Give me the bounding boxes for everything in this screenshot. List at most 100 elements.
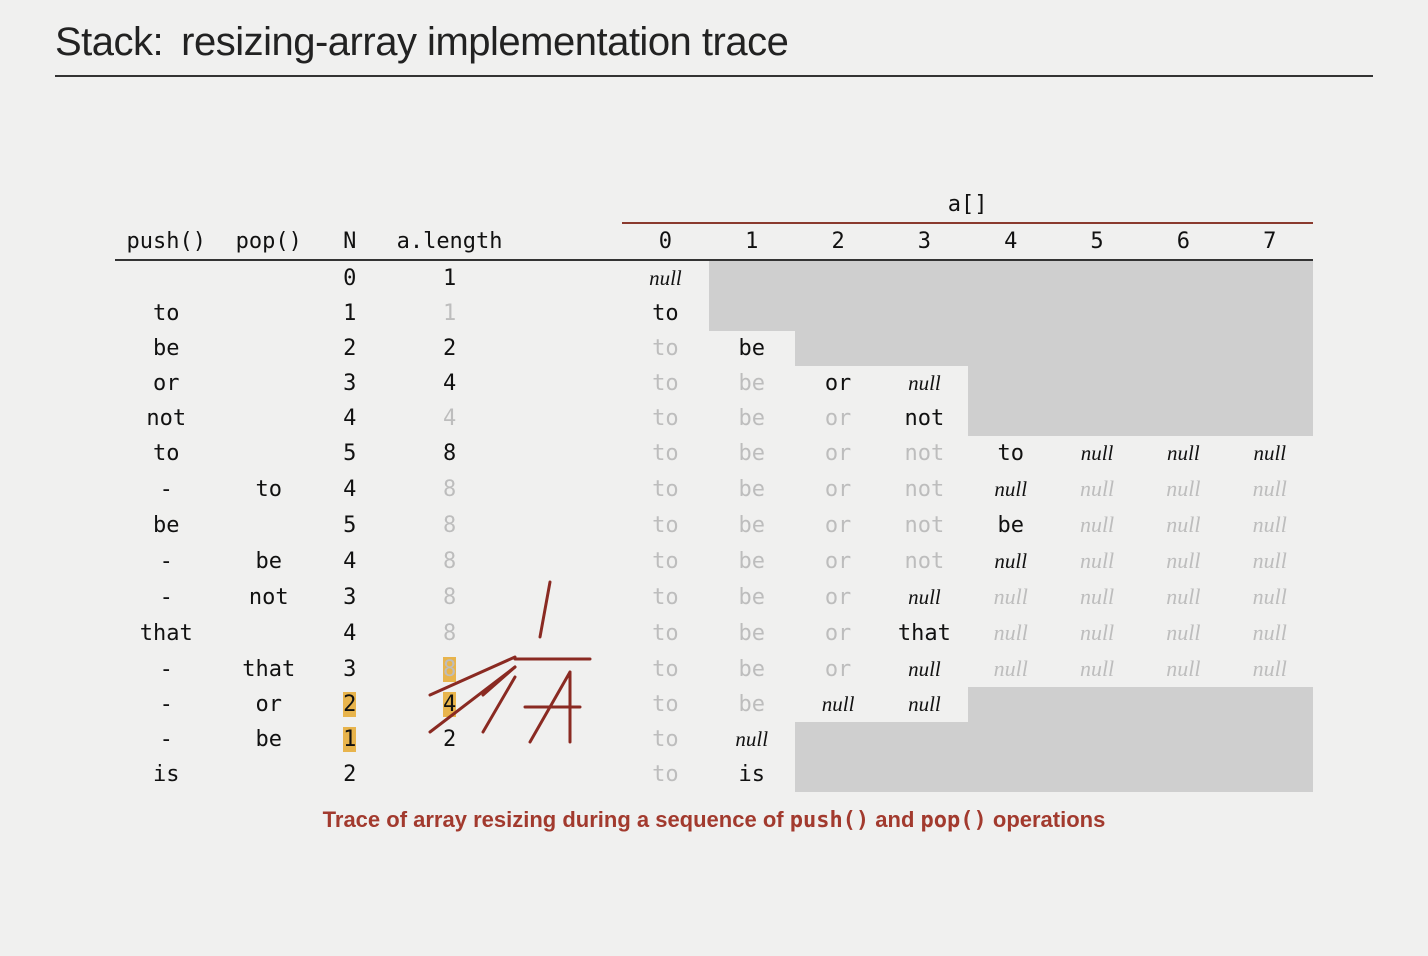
cell <box>379 757 519 792</box>
cell <box>520 651 623 687</box>
array-cell: null <box>1140 579 1226 615</box>
cell <box>218 366 321 401</box>
cell: 8 <box>379 651 519 687</box>
cell: that <box>115 615 218 651</box>
caption-m1: push() <box>790 808 869 833</box>
cell: 2 <box>320 757 379 792</box>
cell: to <box>218 471 321 507</box>
array-cell: null <box>968 543 1054 579</box>
array-cell <box>1227 366 1313 401</box>
cell: 2 <box>379 722 519 757</box>
array-cell: null <box>1140 615 1226 651</box>
cell: - <box>115 687 218 722</box>
array-cell: be <box>709 579 795 615</box>
array-cell: null <box>622 260 708 296</box>
cell: 2 <box>379 331 519 366</box>
cell <box>520 579 623 615</box>
cell: be <box>218 543 321 579</box>
caption-t3: operations <box>987 807 1106 832</box>
array-cell <box>1227 260 1313 296</box>
array-cell: null <box>881 651 967 687</box>
array-cell: null <box>1054 507 1140 543</box>
array-cell <box>1140 296 1226 331</box>
array-cell: or <box>795 651 881 687</box>
cell: 8 <box>379 543 519 579</box>
cell: 8 <box>379 436 519 471</box>
array-cell <box>968 687 1054 722</box>
cell: 1 <box>320 722 379 757</box>
array-cell: null <box>881 687 967 722</box>
array-cell: be <box>968 507 1054 543</box>
array-cell: null <box>1227 507 1313 543</box>
array-cell: is <box>709 757 795 792</box>
cell: 3 <box>320 366 379 401</box>
array-cell: null <box>1054 436 1140 471</box>
array-cell: to <box>622 615 708 651</box>
array-cell: null <box>1140 507 1226 543</box>
cell: or <box>218 687 321 722</box>
title-text: resizing-array implementation trace <box>181 20 788 64</box>
title-divider <box>55 75 1373 77</box>
table-row: -or24tobenullnull <box>115 687 1313 722</box>
array-cell <box>795 296 881 331</box>
cell: 4 <box>379 687 519 722</box>
table-row: 01 null <box>115 260 1313 296</box>
array-cell <box>881 296 967 331</box>
col-idx-1: 1 <box>709 223 795 260</box>
col-alen: a.length <box>379 223 519 260</box>
cell: - <box>115 471 218 507</box>
cell: 8 <box>379 471 519 507</box>
array-cell: null <box>1054 579 1140 615</box>
array-cell: be <box>709 615 795 651</box>
array-cell <box>1054 260 1140 296</box>
array-cell: not <box>881 436 967 471</box>
array-cell: null <box>1227 436 1313 471</box>
array-cell: null <box>881 579 967 615</box>
col-idx-5: 5 <box>1054 223 1140 260</box>
cell <box>520 260 623 296</box>
array-cell <box>1054 757 1140 792</box>
array-cell <box>709 260 795 296</box>
array-cell: or <box>795 366 881 401</box>
table-row: be22tobe <box>115 331 1313 366</box>
array-cell <box>881 722 967 757</box>
cell <box>520 436 623 471</box>
array-cell <box>968 331 1054 366</box>
cell <box>520 331 623 366</box>
cell: 4 <box>320 615 379 651</box>
table-row: -to48tobeornotnullnullnullnull <box>115 471 1313 507</box>
array-cell <box>1227 401 1313 436</box>
cell: 0 <box>320 260 379 296</box>
col-push: push() <box>115 223 218 260</box>
array-cell: to <box>622 331 708 366</box>
array-cell <box>1227 296 1313 331</box>
array-cell: null <box>968 615 1054 651</box>
table-row: to11to <box>115 296 1313 331</box>
cell <box>218 401 321 436</box>
a-header: a[] <box>948 192 988 217</box>
table-row: be58tobeornotbenullnullnull <box>115 507 1313 543</box>
array-cell: null <box>1227 579 1313 615</box>
array-cell: to <box>622 471 708 507</box>
array-cell: null <box>1227 543 1313 579</box>
array-cell <box>881 331 967 366</box>
trace-table: a[] push() pop() N a.length 0 1 2 3 4 5 … <box>115 187 1313 792</box>
cell: not <box>115 401 218 436</box>
cell <box>218 296 321 331</box>
a-header-row: a[] <box>115 187 1313 223</box>
cell: is <box>115 757 218 792</box>
cell: 3 <box>320 579 379 615</box>
col-N: N <box>320 223 379 260</box>
array-cell <box>1227 687 1313 722</box>
cell: be <box>115 331 218 366</box>
cell: 1 <box>379 296 519 331</box>
array-cell: to <box>622 722 708 757</box>
array-cell <box>1054 722 1140 757</box>
cell: 1 <box>379 260 519 296</box>
cell <box>520 687 623 722</box>
array-cell: be <box>709 651 795 687</box>
array-cell: null <box>968 579 1054 615</box>
cell <box>218 260 321 296</box>
col-pop: pop() <box>218 223 321 260</box>
array-cell <box>1227 757 1313 792</box>
